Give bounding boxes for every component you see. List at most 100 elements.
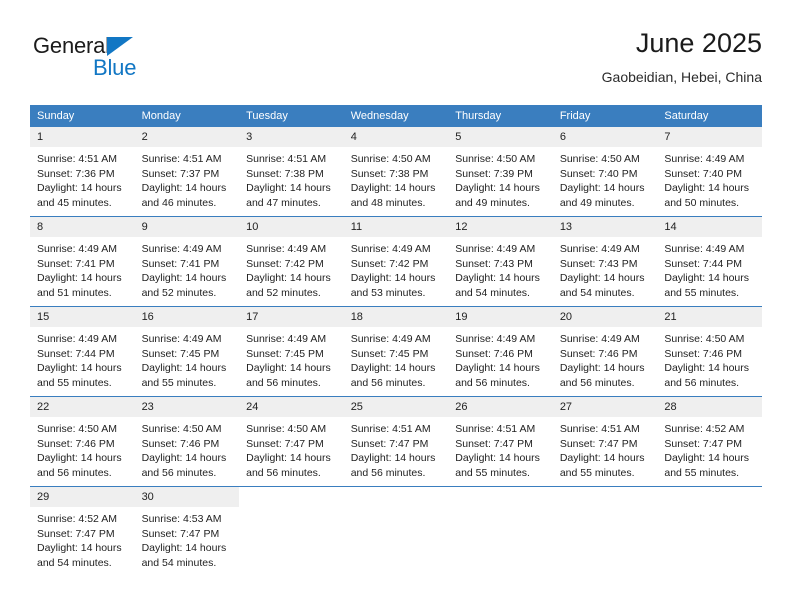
day-cell[interactable]: 9 Sunrise: 4:49 AM Sunset: 7:41 PM Dayli… [134, 216, 240, 307]
weekday-header-wednesday: Wednesday [343, 105, 449, 127]
day-cell[interactable]: 13 Sunrise: 4:49 AM Sunset: 7:43 PM Dayl… [552, 216, 658, 307]
day-details: Sunrise: 4:49 AM Sunset: 7:44 PM Dayligh… [657, 237, 762, 300]
day-cell-empty [239, 486, 344, 576]
day-number: 21 [657, 307, 762, 327]
day-cell[interactable]: 16 Sunrise: 4:49 AM Sunset: 7:45 PM Dayl… [134, 306, 240, 397]
sunset-text: Sunset: 7:47 PM [141, 527, 220, 540]
day-number: 10 [239, 217, 344, 237]
daylight-text: Daylight: 14 hours and 52 minutes. [141, 272, 227, 299]
weekday-header-saturday: Saturday [657, 105, 762, 127]
daylight-text: Daylight: 14 hours and 56 minutes. [664, 362, 750, 389]
day-cell[interactable]: 1 Sunrise: 4:51 AM Sunset: 7:36 PM Dayli… [30, 127, 135, 217]
day-cell[interactable]: 14 Sunrise: 4:49 AM Sunset: 7:44 PM Dayl… [657, 216, 762, 307]
daylight-text: Daylight: 14 hours and 46 minutes. [141, 182, 227, 209]
sunrise-text: Sunrise: 4:51 AM [246, 153, 327, 165]
day-cell-empty [552, 486, 658, 576]
day-details: Sunrise: 4:49 AM Sunset: 7:45 PM Dayligh… [239, 327, 344, 390]
day-cell[interactable]: 6 Sunrise: 4:50 AM Sunset: 7:40 PM Dayli… [552, 127, 658, 217]
day-cell[interactable]: 19 Sunrise: 4:49 AM Sunset: 7:46 PM Dayl… [448, 306, 553, 397]
day-cell[interactable]: 26 Sunrise: 4:51 AM Sunset: 7:47 PM Dayl… [448, 396, 553, 487]
weekday-header-tuesday: Tuesday [239, 105, 344, 127]
day-cell[interactable]: 27 Sunrise: 4:51 AM Sunset: 7:47 PM Dayl… [552, 396, 658, 487]
sunset-text: Sunset: 7:39 PM [455, 167, 533, 180]
sunrise-text: Sunrise: 4:49 AM [141, 243, 222, 255]
day-cell[interactable]: 2 Sunrise: 4:51 AM Sunset: 7:37 PM Dayli… [134, 127, 240, 217]
sunrise-text: Sunrise: 4:52 AM [37, 513, 117, 525]
day-details: Sunrise: 4:50 AM Sunset: 7:39 PM Dayligh… [448, 147, 553, 210]
sunrise-text: Sunrise: 4:49 AM [141, 333, 222, 345]
daylight-text: Daylight: 14 hours and 56 minutes. [455, 362, 540, 389]
daylight-text: Daylight: 14 hours and 54 minutes. [37, 542, 122, 569]
day-cell[interactable]: 28 Sunrise: 4:52 AM Sunset: 7:47 PM Dayl… [657, 396, 762, 487]
day-cell[interactable]: 7 Sunrise: 4:49 AM Sunset: 7:40 PM Dayli… [657, 127, 762, 217]
day-cell[interactable]: 30 Sunrise: 4:53 AM Sunset: 7:47 PM Dayl… [134, 486, 240, 576]
sunrise-text: Sunrise: 4:50 AM [664, 333, 745, 345]
day-cell[interactable]: 15 Sunrise: 4:49 AM Sunset: 7:44 PM Dayl… [30, 306, 135, 397]
sunrise-text: Sunrise: 4:49 AM [246, 243, 327, 255]
day-details: Sunrise: 4:49 AM Sunset: 7:41 PM Dayligh… [135, 237, 240, 300]
calendar-week-row: 29 Sunrise: 4:52 AM Sunset: 7:47 PM Dayl… [30, 486, 762, 576]
day-details: Sunrise: 4:49 AM Sunset: 7:42 PM Dayligh… [239, 237, 344, 300]
day-cell[interactable]: 5 Sunrise: 4:50 AM Sunset: 7:39 PM Dayli… [448, 127, 553, 217]
day-cell[interactable]: 11 Sunrise: 4:49 AM Sunset: 7:42 PM Dayl… [343, 216, 449, 307]
day-number: 2 [134, 127, 240, 147]
sunset-text: Sunset: 7:38 PM [350, 167, 429, 180]
day-cell[interactable]: 17 Sunrise: 4:49 AM Sunset: 7:45 PM Dayl… [239, 306, 344, 397]
day-cell[interactable]: 29 Sunrise: 4:52 AM Sunset: 7:47 PM Dayl… [30, 486, 135, 576]
day-details: Sunrise: 4:51 AM Sunset: 7:36 PM Dayligh… [30, 147, 135, 210]
day-number: 22 [30, 397, 135, 417]
daylight-text: Daylight: 14 hours and 54 minutes. [141, 542, 227, 569]
sunrise-text: Sunrise: 4:50 AM [246, 423, 327, 435]
day-cell[interactable]: 22 Sunrise: 4:50 AM Sunset: 7:46 PM Dayl… [30, 396, 135, 487]
day-cell[interactable]: 18 Sunrise: 4:49 AM Sunset: 7:45 PM Dayl… [343, 306, 449, 397]
day-cell[interactable]: 23 Sunrise: 4:50 AM Sunset: 7:46 PM Dayl… [134, 396, 240, 487]
day-details: Sunrise: 4:49 AM Sunset: 7:40 PM Dayligh… [657, 147, 762, 210]
daylight-text: Daylight: 14 hours and 56 minutes. [37, 452, 122, 479]
day-details: Sunrise: 4:49 AM Sunset: 7:43 PM Dayligh… [448, 237, 553, 300]
calendar-page: General Blue June 2025 Gaobeidian, Hebei… [0, 0, 792, 612]
day-cell[interactable]: 25 Sunrise: 4:51 AM Sunset: 7:47 PM Dayl… [343, 396, 449, 487]
day-details: Sunrise: 4:50 AM Sunset: 7:46 PM Dayligh… [135, 417, 240, 480]
day-details: Sunrise: 4:51 AM Sunset: 7:47 PM Dayligh… [553, 417, 658, 480]
day-cell[interactable]: 20 Sunrise: 4:49 AM Sunset: 7:46 PM Dayl… [552, 306, 658, 397]
sunrise-text: Sunrise: 4:49 AM [559, 333, 640, 345]
day-number: 3 [239, 127, 344, 147]
sunrise-text: Sunrise: 4:49 AM [664, 243, 745, 255]
day-cell[interactable]: 8 Sunrise: 4:49 AM Sunset: 7:41 PM Dayli… [30, 216, 135, 307]
daylight-text: Daylight: 14 hours and 48 minutes. [350, 182, 436, 209]
page-title: June 2025 [635, 28, 762, 58]
sunset-text: Sunset: 7:46 PM [37, 437, 115, 450]
daylight-text: Daylight: 14 hours and 52 minutes. [246, 272, 331, 299]
day-number: 29 [30, 487, 135, 507]
day-details: Sunrise: 4:50 AM Sunset: 7:40 PM Dayligh… [553, 147, 658, 210]
day-number [657, 487, 762, 507]
day-number: 7 [657, 127, 762, 147]
day-details: Sunrise: 4:51 AM Sunset: 7:47 PM Dayligh… [448, 417, 553, 480]
sunset-text: Sunset: 7:47 PM [37, 527, 115, 540]
day-number: 30 [134, 487, 240, 507]
day-number: 28 [657, 397, 762, 417]
day-cell[interactable]: 12 Sunrise: 4:49 AM Sunset: 7:43 PM Dayl… [448, 216, 553, 307]
day-number: 23 [134, 397, 240, 417]
day-cell[interactable]: 3 Sunrise: 4:51 AM Sunset: 7:38 PM Dayli… [239, 127, 344, 217]
daylight-text: Daylight: 14 hours and 45 minutes. [37, 182, 122, 209]
sunset-text: Sunset: 7:43 PM [559, 257, 638, 270]
daylight-text: Daylight: 14 hours and 56 minutes. [350, 362, 436, 389]
daylight-text: Daylight: 14 hours and 55 minutes. [37, 362, 122, 389]
sunrise-text: Sunrise: 4:49 AM [455, 333, 536, 345]
day-cell[interactable]: 21 Sunrise: 4:50 AM Sunset: 7:46 PM Dayl… [657, 306, 762, 397]
daylight-text: Daylight: 14 hours and 54 minutes. [559, 272, 645, 299]
daylight-text: Daylight: 14 hours and 54 minutes. [455, 272, 540, 299]
sunrise-text: Sunrise: 4:53 AM [141, 513, 222, 525]
daylight-text: Daylight: 14 hours and 49 minutes. [559, 182, 645, 209]
day-cell[interactable]: 10 Sunrise: 4:49 AM Sunset: 7:42 PM Dayl… [239, 216, 344, 307]
sunset-text: Sunset: 7:47 PM [455, 437, 533, 450]
daylight-text: Daylight: 14 hours and 55 minutes. [455, 452, 540, 479]
day-cell[interactable]: 4 Sunrise: 4:50 AM Sunset: 7:38 PM Dayli… [343, 127, 449, 217]
day-number: 15 [30, 307, 135, 327]
day-details: Sunrise: 4:51 AM Sunset: 7:38 PM Dayligh… [239, 147, 344, 210]
sunrise-text: Sunrise: 4:49 AM [37, 333, 117, 345]
day-cell[interactable]: 24 Sunrise: 4:50 AM Sunset: 7:47 PM Dayl… [239, 396, 344, 487]
daylight-text: Daylight: 14 hours and 56 minutes. [350, 452, 436, 479]
sunset-text: Sunset: 7:45 PM [350, 347, 429, 360]
